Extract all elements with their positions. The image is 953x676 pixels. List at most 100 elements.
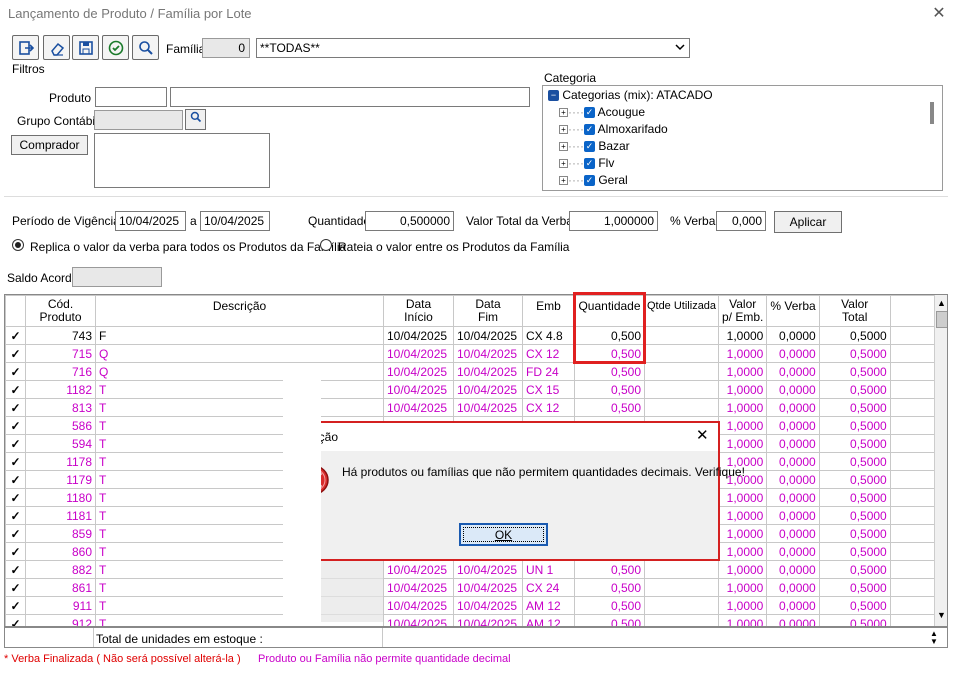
row-check-icon[interactable]: ✓ [5, 524, 26, 543]
cell-verba[interactable]: 0,0000 [766, 434, 820, 453]
cell-valor-emb[interactable]: 1,0000 [717, 506, 768, 525]
cell-cod[interactable]: 860 [25, 542, 96, 561]
cell-valor-emb[interactable]: 1,0000 [717, 416, 768, 435]
expand-icon[interactable]: + [559, 142, 568, 152]
cell-emb[interactable]: CX 15 [522, 380, 575, 399]
cell-emb[interactable]: CX 24 [522, 578, 575, 597]
expand-icon[interactable]: + [559, 108, 568, 118]
cell-cod[interactable]: 1178 [25, 452, 96, 471]
cell-valor-total[interactable]: 0,5000 [818, 398, 891, 417]
cell-extra[interactable] [889, 344, 941, 363]
row-check-icon[interactable]: ✓ [5, 326, 26, 345]
cell-valor-emb[interactable]: 1,0000 [717, 488, 768, 507]
cell-cod[interactable]: 716 [25, 362, 96, 381]
cell-qtde-utilizada[interactable] [644, 596, 719, 615]
cell-valor-total[interactable]: 0,5000 [818, 452, 891, 471]
cell-verba[interactable]: 0,0000 [766, 578, 820, 597]
exit-button[interactable] [12, 35, 39, 60]
cell-fim[interactable]: 10/04/2025 [453, 560, 523, 579]
cell-valor-emb[interactable]: 1,0000 [717, 596, 768, 615]
familia-select[interactable]: **TODAS** [256, 38, 690, 58]
scroll-up-icon[interactable]: ▲ [937, 298, 946, 308]
cell-ini[interactable]: 10/04/2025 [383, 578, 454, 597]
cell-desc[interactable]: Q [95, 344, 384, 363]
tree-item[interactable]: + ···· ✓ Almoxarifado [559, 122, 668, 139]
cell-extra[interactable] [889, 398, 941, 417]
cell-cod[interactable]: 911 [25, 596, 96, 615]
row-check-icon[interactable]: ✓ [5, 434, 26, 453]
cell-valor-total[interactable]: 0,5000 [818, 434, 891, 453]
col-cod[interactable]: Cód. Produto [25, 295, 96, 327]
cell-extra[interactable] [889, 506, 941, 525]
cell-cod[interactable]: 743 [25, 326, 96, 345]
cell-emb[interactable]: UN 1 [522, 560, 575, 579]
cell-valor-emb[interactable]: 1,0000 [717, 362, 768, 381]
cell-qtd[interactable]: 0,500 [574, 578, 645, 597]
cell-extra[interactable] [889, 488, 941, 507]
cell-verba[interactable]: 0,0000 [766, 470, 820, 489]
cell-qtd[interactable]: 0,500 [574, 362, 645, 381]
cell-valor-emb[interactable]: 1,0000 [717, 560, 768, 579]
cell-fim[interactable]: 10/04/2025 [453, 326, 523, 345]
cell-verba[interactable]: 0,0000 [766, 380, 820, 399]
cell-extra[interactable] [889, 452, 941, 471]
cell-verba[interactable]: 0,0000 [766, 560, 820, 579]
save-button[interactable] [72, 35, 99, 60]
familia-code-field[interactable]: 0 [202, 38, 250, 58]
cell-cod[interactable]: 594 [25, 434, 96, 453]
col-qtde-utilizada[interactable]: Qtde Utilizada [644, 295, 719, 327]
confirm-button[interactable] [102, 35, 129, 60]
table-row[interactable]: ✓ 716 Q 10/04/2025 10/04/2025 FD 24 0,500 1,000… [5, 362, 941, 381]
cell-extra[interactable] [889, 596, 941, 615]
row-check-icon[interactable]: ✓ [5, 344, 26, 363]
table-row[interactable]: ✓ 911 T 10/04/2025 10/04/2025 AM 12 0,500 1,000… [5, 596, 941, 615]
cell-cod[interactable]: 1180 [25, 488, 96, 507]
scroll-down-icon[interactable]: ▼ [937, 610, 946, 620]
table-row[interactable]: ✓ 813 T 10/04/2025 10/04/2025 CX 12 0,500 1,000… [5, 398, 941, 417]
cell-desc[interactable]: F [95, 326, 384, 345]
table-row[interactable]: ✓ 715 Q 10/04/2025 10/04/2025 CX 12 0,500 1,000… [5, 344, 941, 363]
cell-extra[interactable] [889, 560, 941, 579]
row-check-icon[interactable]: ✓ [5, 380, 26, 399]
cell-verba[interactable]: 0,0000 [766, 542, 820, 561]
cell-verba[interactable]: 0,0000 [766, 452, 820, 471]
checkbox-icon[interactable]: ✓ [583, 107, 595, 119]
scroll-thumb[interactable] [936, 311, 947, 328]
cell-cod[interactable]: 1182 [25, 380, 96, 399]
cell-verba[interactable]: 0,0000 [766, 398, 820, 417]
cell-fim[interactable]: 10/04/2025 [453, 344, 523, 363]
cell-emb[interactable]: CX 12 [522, 398, 575, 417]
cell-ini[interactable]: 10/04/2025 [383, 362, 454, 381]
clear-button[interactable] [43, 35, 70, 60]
cell-valor-emb[interactable]: 1,0000 [717, 380, 768, 399]
cell-verba[interactable]: 0,0000 [766, 596, 820, 615]
row-check-icon[interactable]: ✓ [5, 488, 26, 507]
tree-scrollbar[interactable] [930, 102, 934, 124]
col-fim[interactable]: Data Fim [453, 295, 523, 327]
cell-verba[interactable]: 0,0000 [766, 344, 820, 363]
cell-qtde-utilizada[interactable] [644, 560, 719, 579]
cell-valor-total[interactable]: 0,5000 [818, 506, 891, 525]
cell-valor-total[interactable]: 0,5000 [818, 326, 891, 345]
cell-emb[interactable]: FD 24 [522, 362, 575, 381]
verba-input[interactable]: 0,000 [716, 211, 766, 231]
cell-qtde-utilizada[interactable] [644, 398, 719, 417]
cell-extra[interactable] [889, 434, 941, 453]
row-check-icon[interactable]: ✓ [5, 506, 26, 525]
cell-verba[interactable]: 0,0000 [766, 416, 820, 435]
cell-extra[interactable] [889, 542, 941, 561]
cell-extra[interactable] [889, 524, 941, 543]
produto-desc-input[interactable] [170, 87, 530, 107]
expand-icon[interactable]: + [559, 176, 568, 186]
cell-qtd[interactable]: 0,500 [574, 398, 645, 417]
cell-valor-total[interactable]: 0,5000 [818, 560, 891, 579]
cell-extra[interactable] [889, 416, 941, 435]
cell-ini[interactable]: 10/04/2025 [383, 380, 454, 399]
expand-icon[interactable]: + [559, 159, 568, 169]
row-check-icon[interactable]: ✓ [5, 452, 26, 471]
col-verba[interactable]: % Verba [766, 295, 820, 327]
cell-cod[interactable]: 882 [25, 560, 96, 579]
cell-verba[interactable]: 0,0000 [766, 524, 820, 543]
cell-extra[interactable] [889, 578, 941, 597]
cell-verba[interactable]: 0,0000 [766, 506, 820, 525]
